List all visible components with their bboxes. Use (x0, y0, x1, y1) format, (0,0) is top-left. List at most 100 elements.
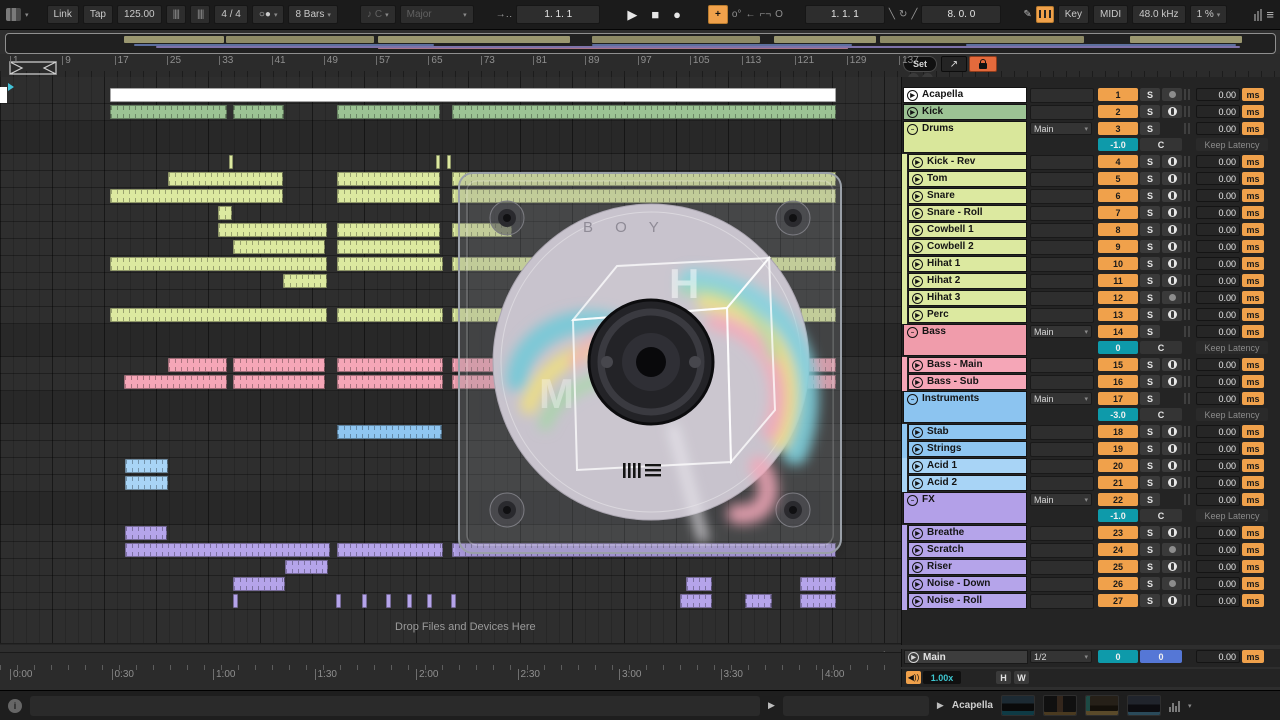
track-delay-unit[interactable]: ms (1242, 560, 1264, 573)
solo-button[interactable]: S (1140, 257, 1160, 270)
track-delay-unit[interactable]: ms (1242, 476, 1264, 489)
clip-noise-roll[interactable] (362, 594, 367, 608)
track-header-noise-down[interactable]: ▶Noise - Down26S0.00ms (902, 576, 1280, 593)
track-play-icon[interactable]: ▶ (912, 310, 923, 321)
track-header-hihat-3[interactable]: ▶Hihat 312S0.00ms (902, 290, 1280, 307)
clip-tom[interactable] (337, 172, 440, 186)
clip-cowbell-2[interactable] (337, 240, 440, 254)
solo-button[interactable]: S (1140, 358, 1160, 371)
routing-menu[interactable]: Main▾ (1030, 493, 1092, 506)
io-chooser[interactable] (1030, 240, 1094, 255)
track-header-snare[interactable]: ▶Snare6S0.00ms (902, 188, 1280, 205)
track-delay-field[interactable]: 0.00 (1196, 240, 1240, 253)
clip-noise-roll[interactable] (336, 594, 341, 608)
group-fold-icon[interactable]: – (907, 495, 918, 506)
crossfade-button[interactable]: C (1140, 509, 1182, 522)
track-name-cell[interactable]: ▶Kick (903, 104, 1027, 120)
follow-icon[interactable]: →‥ (496, 9, 513, 20)
io-chooser[interactable] (1030, 291, 1094, 306)
track-delay-unit[interactable]: ms (1242, 425, 1264, 438)
track-number-chip[interactable]: 11 (1098, 274, 1138, 287)
solo-button[interactable]: S (1140, 543, 1160, 556)
track-name-cell[interactable]: ▶Cowbell 2 (908, 239, 1027, 255)
track-name-cell[interactable]: ▶Snare (908, 188, 1027, 204)
track-header-stab[interactable]: ▶Stab18S0.00ms (902, 424, 1280, 441)
cpu-load-field[interactable]: 1 %▾ (1190, 5, 1228, 24)
main-delay-unit[interactable]: ms (1242, 650, 1264, 663)
track-play-icon[interactable]: ▶ (912, 259, 923, 270)
clip-noise-roll[interactable] (407, 594, 412, 608)
track-header-acapella[interactable]: ▶Acapella1S0.00ms (902, 87, 1280, 104)
track-play-icon[interactable]: ▶ (912, 377, 923, 388)
arm-button[interactable] (1162, 274, 1182, 287)
track-name-cell[interactable]: ▶Acid 2 (908, 475, 1027, 491)
clip-kick[interactable] (337, 105, 440, 119)
grid-quantize-menu[interactable]: 1/2▾ (1030, 650, 1092, 663)
device-thumbnail[interactable] (1085, 695, 1119, 716)
nudge-down-button[interactable]: |||| (166, 5, 186, 24)
io-chooser[interactable] (1030, 223, 1094, 238)
track-header-cowbell-2[interactable]: ▶Cowbell 29S0.00ms (902, 239, 1280, 256)
loop-icon[interactable]: ↻ (899, 9, 907, 20)
track-header-hihat-2[interactable]: ▶Hihat 211S0.00ms (902, 273, 1280, 290)
track-name-cell[interactable]: ▶Bass - Sub (908, 374, 1027, 390)
arm-button[interactable] (1162, 526, 1182, 539)
track-header-bass[interactable]: –BassMain▾14S0.00ms0CKeep Latency (902, 324, 1280, 357)
track-delay-unit[interactable]: ms (1242, 526, 1264, 539)
track-play-icon[interactable]: ▶ (912, 545, 923, 556)
key-map-button[interactable]: Key (1058, 5, 1089, 24)
clip-acid-1[interactable] (125, 459, 168, 473)
arm-button[interactable] (1162, 172, 1182, 185)
midi-map-button[interactable]: MIDI (1093, 5, 1128, 24)
track-name-cell[interactable]: ▶Hihat 1 (908, 256, 1027, 272)
io-chooser[interactable] (1030, 189, 1094, 204)
track-delay-unit[interactable]: ms (1242, 594, 1264, 607)
track-delay-field[interactable]: 0.00 (1196, 459, 1240, 472)
track-number-chip[interactable]: 2 (1098, 105, 1138, 118)
track-delay-field[interactable]: 0.00 (1196, 88, 1240, 101)
io-chooser[interactable] (1030, 375, 1094, 390)
track-delay-field[interactable]: 0.00 (1196, 392, 1240, 405)
clip-kick[interactable] (233, 105, 284, 119)
beat-time-ruler[interactable]: Set ↗ ← → 191725334149576573818997105113… (0, 54, 1280, 78)
track-number-chip[interactable]: 25 (1098, 560, 1138, 573)
track-play-icon[interactable]: ▶ (912, 208, 923, 219)
io-chooser[interactable] (1030, 526, 1094, 541)
solo-button[interactable]: S (1140, 240, 1160, 253)
track-delay-unit[interactable]: ms (1242, 206, 1264, 219)
track-play-icon[interactable]: ▶ (912, 461, 923, 472)
solo-button[interactable]: S (1140, 122, 1160, 135)
zoom-back-button[interactable]: ↗ (941, 56, 967, 72)
solo-button[interactable]: S (1140, 308, 1160, 321)
punch-out-icon[interactable]: ╱ (911, 9, 917, 20)
track-delay-unit[interactable]: ms (1242, 240, 1264, 253)
solo-button[interactable]: S (1140, 325, 1160, 338)
track-play-icon[interactable]: ▶ (912, 191, 923, 202)
clip-bass-main[interactable] (337, 358, 443, 372)
lock-envelopes-button[interactable] (969, 56, 997, 72)
arm-button[interactable] (1162, 105, 1182, 118)
track-play-icon[interactable]: ▶ (912, 276, 923, 287)
track-delay-unit[interactable]: ms (1242, 375, 1264, 388)
time-ruler[interactable]: 0:000:301:001:302:002:303:003:304:00 (0, 652, 901, 691)
vertical-scroll-thumb[interactable] (0, 87, 7, 103)
track-number-chip[interactable]: 20 (1098, 459, 1138, 472)
track-delay-field[interactable]: 0.00 (1196, 172, 1240, 185)
solo-button[interactable]: S (1140, 459, 1160, 472)
track-number-chip[interactable]: 18 (1098, 425, 1138, 438)
track-number-chip[interactable]: 8 (1098, 223, 1138, 236)
track-play-icon[interactable]: ▶ (912, 596, 923, 607)
track-number-chip[interactable]: 21 (1098, 476, 1138, 489)
io-chooser[interactable] (1030, 206, 1094, 221)
track-delay-field[interactable]: 0.00 (1196, 223, 1240, 236)
track-header-kick[interactable]: ▶Kick2S0.00ms (902, 104, 1280, 121)
track-name-cell[interactable]: ▶Noise - Roll (908, 593, 1027, 609)
key-note-menu[interactable]: ♪C▾ (360, 5, 396, 24)
track-delay-field[interactable]: 0.00 (1196, 105, 1240, 118)
track-name-cell[interactable]: ▶Hihat 3 (908, 290, 1027, 306)
clip-kick-rev[interactable] (447, 155, 451, 169)
track-name-cell[interactable]: ▶Tom (908, 171, 1027, 187)
io-chooser[interactable] (1030, 577, 1094, 592)
track-name-cell[interactable]: ▶Noise - Down (908, 576, 1027, 592)
track-header-acid-1[interactable]: ▶Acid 120S0.00ms (902, 458, 1280, 475)
